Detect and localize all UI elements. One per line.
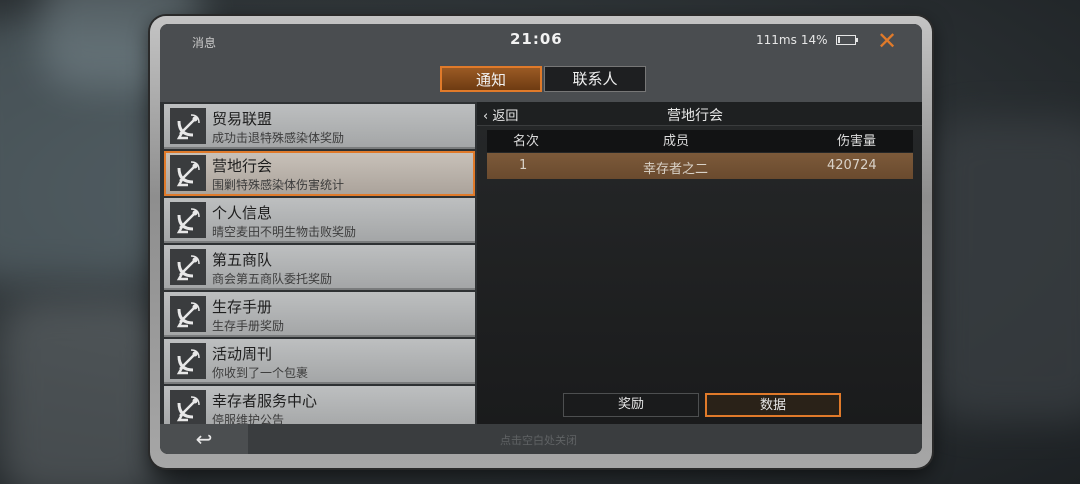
return-button[interactable]: ↩ [160,424,248,454]
list-item-title: 活动周刊 [212,345,273,363]
column-member: 成员 [663,134,690,149]
cell-member: 幸存者之二 [643,162,709,177]
battery-fill [837,37,840,43]
device-frame: 消息 21:06 111ms 14% ✕ 通知 联系人 贸易联盟成功击退特殊感染… [150,16,932,468]
list-item-subtitle: 你收到了一个包裹 [212,366,309,380]
list-item[interactable]: 生存手册生存手册奖励 [164,292,475,337]
list-item-subtitle: 停服维护公告 [212,413,285,424]
close-icon[interactable]: ✕ [872,26,902,56]
satellite-dish-icon [170,249,206,285]
tab-notifications[interactable]: 通知 [440,66,542,92]
list-item[interactable]: 营地行会围剿特殊感染体伤害统计 [164,151,475,196]
detail-panel: ‹ 返回 营地行会 名次 成员 伤害量 1 幸存者之二 420724 奖励 数据 [477,102,922,424]
clock: 21:06 [510,30,563,48]
background-blur-bottom [0,300,160,484]
return-icon: ↩ [195,427,213,451]
list-item[interactable]: 个人信息晴空麦田不明生物击败奖励 [164,198,475,243]
column-rank: 名次 [513,134,540,149]
list-item-subtitle: 晴空麦田不明生物击败奖励 [212,225,357,239]
satellite-dish-icon [170,390,206,424]
satellite-dish-icon [170,202,206,238]
background-blur-right [930,120,1080,420]
list-item-subtitle: 商会第五商队委托奖励 [212,272,333,286]
back-link[interactable]: ‹ 返回 [483,105,518,124]
detail-header: ‹ 返回 营地行会 [477,102,922,126]
battery-icon [835,35,858,45]
message-list: 贸易联盟成功击退特殊感染体奖励营地行会围剿特殊感染体伤害统计个人信息晴空麦田不明… [160,102,477,424]
footer-bar[interactable]: ↩ 点击空白处关闭 [160,424,922,454]
status-bar: 消息 21:06 111ms 14% ✕ [160,24,922,62]
status-right: 111ms 14% [756,33,858,47]
messages-label: 消息 [192,36,217,50]
back-link-label: 返回 [492,109,519,124]
list-item[interactable]: 第五商队商会第五商队委托奖励 [164,245,475,290]
list-item-title: 幸存者服务中心 [212,392,318,410]
cell-rank: 1 [519,158,528,173]
list-item-subtitle: 生存手册奖励 [212,319,285,333]
list-item[interactable]: 贸易联盟成功击退特殊感染体奖励 [164,104,475,149]
list-item-title: 贸易联盟 [212,110,273,128]
column-damage: 伤害量 [837,134,877,149]
battery-text: 14% [800,33,828,47]
latency-text: 111ms [756,33,797,47]
tab-bar: 通知 联系人 [160,62,922,102]
list-item-subtitle: 围剿特殊感染体伤害统计 [212,178,345,192]
list-item-title: 个人信息 [212,204,273,222]
list-item[interactable]: 幸存者服务中心停服维护公告 [164,386,475,424]
satellite-dish-icon [170,343,206,379]
list-item-title: 生存手册 [212,298,273,316]
close-hint: 点击空白处关闭 [500,434,577,447]
tab-contacts[interactable]: 联系人 [544,66,646,92]
chevron-left-icon: ‹ [483,109,489,124]
table-row[interactable]: 1 幸存者之二 420724 [487,153,913,179]
list-item-subtitle: 成功击退特殊感染体奖励 [212,131,345,145]
list-item-title: 营地行会 [212,157,273,175]
satellite-dish-icon [170,108,206,144]
device-screen: 消息 21:06 111ms 14% ✕ 通知 联系人 贸易联盟成功击退特殊感染… [160,24,922,454]
cell-damage: 420724 [827,158,877,173]
list-item-title: 第五商队 [212,251,273,269]
list-item[interactable]: 活动周刊你收到了一个包裹 [164,339,475,384]
satellite-dish-icon [170,155,206,191]
satellite-dish-icon [170,296,206,332]
detail-title: 营地行会 [667,108,723,124]
data-button[interactable]: 数据 [705,393,841,417]
reward-button[interactable]: 奖励 [563,393,699,417]
